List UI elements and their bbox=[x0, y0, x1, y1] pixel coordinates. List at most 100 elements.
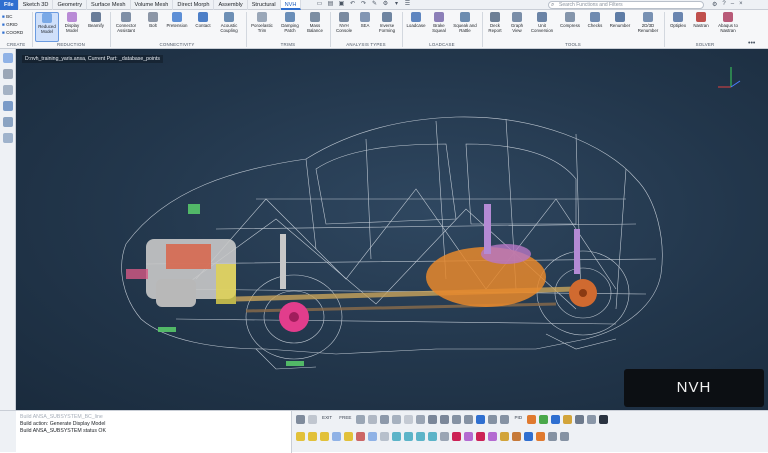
color-icon[interactable] bbox=[536, 432, 545, 441]
info-icon[interactable] bbox=[548, 432, 557, 441]
free-button[interactable]: FREE bbox=[337, 415, 353, 424]
pretension-button[interactable]: Pretension bbox=[165, 12, 189, 42]
mirror-icon[interactable] bbox=[368, 415, 378, 424]
inverse-forming-button[interactable]: Inverse Forming bbox=[375, 12, 399, 42]
menu-tab-assembly[interactable]: Assembly bbox=[214, 0, 248, 10]
renumber-button[interactable]: Renumber bbox=[608, 12, 632, 42]
snap-icon[interactable] bbox=[344, 432, 353, 441]
reduced-model-button[interactable]: Reduced Model bbox=[35, 12, 59, 42]
menu-tab-nvh[interactable]: NVH bbox=[280, 0, 302, 10]
poroelastic-trim-button[interactable]: Poroelastic Trim bbox=[249, 12, 275, 42]
node-icon[interactable] bbox=[392, 432, 401, 441]
label-icon[interactable] bbox=[587, 415, 597, 424]
black-screen-icon[interactable] bbox=[599, 415, 609, 424]
filter-icon[interactable]: ▾ bbox=[392, 1, 400, 8]
graph-view-button[interactable]: Graph View bbox=[507, 12, 527, 42]
remove-icon[interactable] bbox=[440, 415, 450, 424]
mesh-icon[interactable] bbox=[539, 415, 549, 424]
search-input[interactable]: ⌕ Search Functions and Filters bbox=[548, 1, 704, 9]
grid-toggle-icon[interactable] bbox=[332, 432, 341, 441]
compress-button[interactable]: Compress bbox=[558, 12, 582, 42]
menu-tab-surface-mesh[interactable]: Surface Mesh bbox=[87, 0, 131, 10]
edit-icon[interactable]: ✎ bbox=[370, 1, 378, 8]
menu-tab-volume-mesh[interactable]: Volume Mesh bbox=[131, 0, 174, 10]
element-icon[interactable] bbox=[404, 432, 413, 441]
pen-icon[interactable] bbox=[416, 415, 426, 424]
zoom-icon[interactable] bbox=[452, 415, 462, 424]
squeak-and-rattle-button[interactable]: Squeak and Rattle bbox=[451, 12, 479, 42]
marker-icon[interactable] bbox=[320, 432, 329, 441]
measure-icon[interactable] bbox=[380, 432, 389, 441]
create-coord[interactable]: ■ COORD bbox=[2, 29, 23, 37]
add-icon[interactable] bbox=[428, 415, 438, 424]
save-icon[interactable]: ▣ bbox=[337, 1, 345, 8]
light-icon[interactable] bbox=[563, 415, 573, 424]
display-model-button[interactable]: Display Model bbox=[61, 12, 83, 42]
bolt-button[interactable]: Bolt bbox=[143, 12, 163, 42]
target-icon[interactable] bbox=[452, 432, 461, 441]
arrow-left-icon[interactable] bbox=[404, 415, 414, 424]
section-icon[interactable] bbox=[368, 432, 377, 441]
create-bc[interactable]: ■ BC bbox=[2, 13, 23, 21]
parts-icon[interactable] bbox=[3, 85, 13, 95]
note-icon[interactable] bbox=[308, 432, 317, 441]
new-icon[interactable]: ▭ bbox=[315, 1, 323, 8]
shaded-icon[interactable] bbox=[527, 415, 537, 424]
hourglass-icon[interactable] bbox=[512, 432, 521, 441]
pin-icon[interactable] bbox=[356, 432, 365, 441]
connector-assistant-button[interactable]: Connector Assistant bbox=[113, 12, 139, 42]
nastran-button[interactable]: Nastran bbox=[691, 12, 711, 42]
sea-button[interactable]: SEA bbox=[357, 12, 373, 42]
menu-tab-structural[interactable]: Structural bbox=[248, 0, 281, 10]
frame-icon[interactable] bbox=[308, 415, 317, 424]
graphics-viewport[interactable]: D:nvh_training_yaris.ansa, Current Part:… bbox=[16, 49, 768, 410]
more-icon[interactable]: ••• bbox=[748, 40, 755, 47]
settings-icon[interactable]: ⚙ bbox=[381, 1, 389, 8]
acoustic-coupling-button[interactable]: Acoustic Coupling bbox=[216, 12, 242, 42]
menu-tab-direct-morph[interactable]: Direct Morph bbox=[173, 0, 215, 10]
link-icon[interactable] bbox=[488, 432, 497, 441]
close-icon[interactable]: × bbox=[739, 1, 743, 8]
undo-icon[interactable]: ↶ bbox=[348, 1, 356, 8]
menu-tab-geometry[interactable]: Geometry bbox=[53, 0, 88, 10]
face-icon[interactable] bbox=[416, 432, 425, 441]
gear-icon[interactable]: ⚙ bbox=[712, 1, 717, 8]
view-icon[interactable] bbox=[356, 415, 366, 424]
minimize-icon[interactable]: – bbox=[731, 1, 734, 8]
loadcase-button[interactable]: Loadcase bbox=[405, 12, 427, 42]
optiplex-button[interactable]: Optiplex bbox=[667, 12, 689, 42]
box-icon[interactable] bbox=[524, 432, 533, 441]
menu-tab-sketch-3d[interactable]: Sketch 3D bbox=[19, 0, 54, 10]
mass-balance-button[interactable]: Mass Balance bbox=[304, 12, 326, 42]
edge-icon[interactable] bbox=[428, 432, 437, 441]
settings-icon[interactable] bbox=[560, 432, 569, 441]
abaqus-to-nastran-button[interactable]: Abaqus to Nastran bbox=[713, 12, 743, 42]
brake-squeal-button[interactable]: Brake Squeal bbox=[429, 12, 449, 42]
bolt-icon[interactable] bbox=[500, 432, 509, 441]
nvh-console-button[interactable]: NVH Console bbox=[333, 12, 355, 42]
sphere-icon[interactable] bbox=[380, 415, 390, 424]
wire-icon[interactable] bbox=[575, 415, 585, 424]
selection-icon[interactable] bbox=[476, 415, 486, 424]
flag-icon[interactable] bbox=[476, 432, 485, 441]
cube-view-icon[interactable] bbox=[551, 415, 561, 424]
cube-icon[interactable] bbox=[3, 101, 13, 111]
unit-conversion-button[interactable]: Unit Conversion bbox=[529, 12, 555, 42]
plus-icon[interactable] bbox=[440, 432, 449, 441]
renumber-2d3d-button[interactable]: 2D/3D Renumber bbox=[635, 12, 661, 42]
deck-report-button[interactable]: Deck Report bbox=[485, 12, 505, 42]
pan-icon[interactable] bbox=[500, 415, 510, 424]
pointer-icon[interactable] bbox=[296, 415, 305, 424]
checks-button[interactable]: Checks bbox=[585, 12, 605, 42]
highlight-icon[interactable] bbox=[296, 432, 305, 441]
create-grid[interactable]: ■ GRID bbox=[2, 21, 23, 29]
help-icon[interactable]: ? bbox=[722, 1, 725, 8]
transform-icon[interactable] bbox=[464, 432, 473, 441]
zoom-out-icon[interactable] bbox=[464, 415, 474, 424]
list-icon[interactable]: ☰ bbox=[403, 1, 411, 8]
model-browser-icon[interactable] bbox=[3, 53, 13, 63]
contact-button[interactable]: Contact bbox=[192, 12, 214, 42]
exit-button[interactable]: EXIT bbox=[320, 415, 334, 424]
layers-icon[interactable] bbox=[3, 117, 13, 127]
redo-icon[interactable]: ↷ bbox=[359, 1, 367, 8]
